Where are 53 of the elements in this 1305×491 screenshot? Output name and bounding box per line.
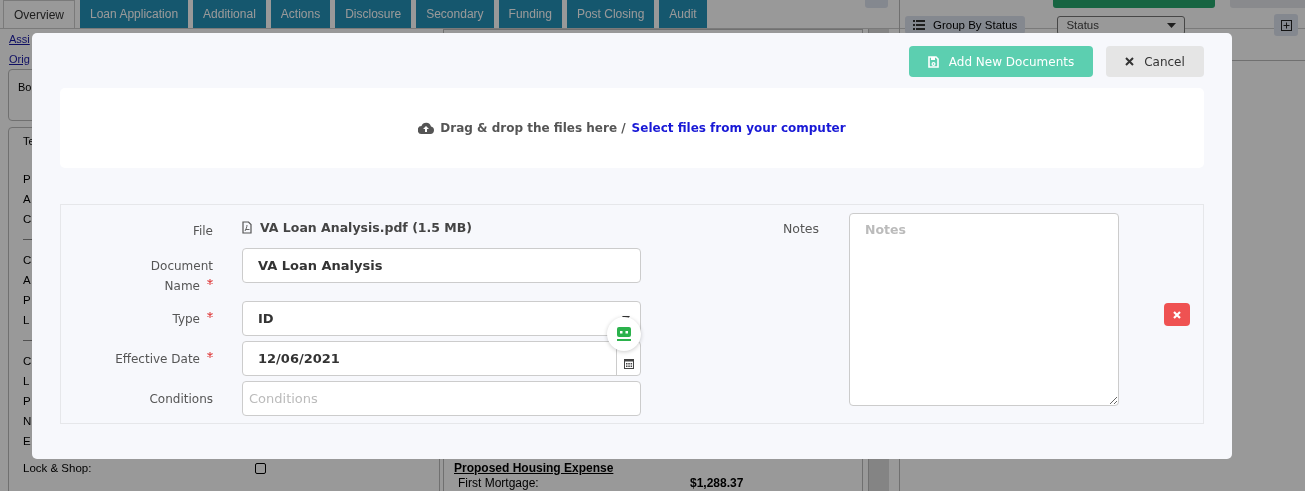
field-label: Effective Date [107,341,213,376]
field-label: Lock & Shop: [23,462,92,474]
field-label: C [23,254,32,266]
field-label: Document Name [149,258,213,295]
field-label: P [23,173,31,185]
extension-icon [616,326,632,342]
close-icon [1173,310,1181,319]
field-label: A [23,193,31,205]
field-label: L [23,375,30,387]
tab[interactable]: Overview [3,0,75,28]
field-label: First Mortgage: [458,477,540,490]
instruction-text: Drag & drop the files here / [440,121,626,135]
tab[interactable]: Post Closing [566,0,655,28]
field-label: File [191,223,213,240]
conditions-field[interactable]: Conditions [242,381,641,416]
field-label: C [23,355,32,367]
panel-title: Bo [18,81,32,93]
field-label: P [23,395,31,407]
file-name: VA Loan Analysis.pdf (1.5 MB) [260,219,473,235]
cancel-button[interactable]: Cancel [1106,46,1204,77]
field-label: Conditions [148,391,213,408]
date-field[interactable]: 12/06/2021 [242,341,641,376]
link[interactable]: Assi [9,29,30,49]
field-label: A [23,274,31,286]
section-heading: Proposed Housing Expense [454,462,614,475]
cloud-upload-icon [418,122,435,134]
type-select[interactable]: ID [242,301,641,336]
document-name-field[interactable]: VA Loan Analysis [242,248,641,283]
checkbox[interactable] [255,462,266,474]
link[interactable]: Orig [9,49,30,69]
field-label: N [23,415,32,427]
calendar-icon [623,359,634,369]
plus-icon [1280,19,1292,31]
field-label: L [23,314,30,326]
field-label: P [23,294,31,306]
list-icon [913,20,925,30]
tab[interactable]: Loan Application [80,0,189,28]
field-label: C [23,213,32,225]
remove-button[interactable] [1164,303,1190,326]
expand-button[interactable] [1274,14,1298,36]
caret-icon [1167,22,1177,28]
close-icon [1125,57,1135,66]
group-by-button[interactable]: Group By Status [905,16,1026,34]
field-label: Type [107,301,213,336]
field-value: $1,288.37 [690,477,744,490]
drop-zone[interactable]: Drag & drop the files here / Select files from your computer [60,88,1204,168]
save-icon [927,55,939,68]
notes-field[interactable]: Notes [849,213,1119,406]
field-label: Notes [781,220,819,238]
field-label: E [23,435,31,447]
tab[interactable]: Funding [498,0,562,28]
pdf-file-icon [242,220,252,234]
select-files-link[interactable]: Select files from your computer [631,121,846,135]
